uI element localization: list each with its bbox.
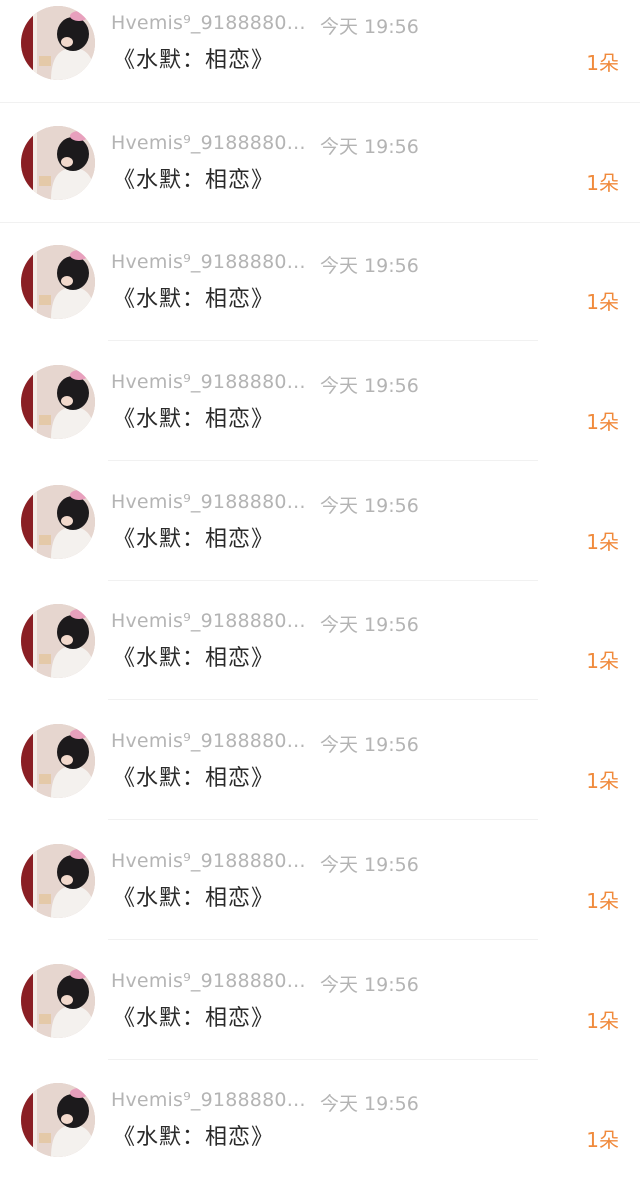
avatar[interactable] (21, 1083, 95, 1158)
message-time: 今天 19:56 (320, 734, 419, 757)
user-avatar-icon (21, 484, 95, 559)
sender-name[interactable]: Hvemis⁹_9188880… (111, 371, 306, 393)
gift-title: 《水默：相恋》 (113, 48, 275, 73)
user-avatar-icon (21, 963, 95, 1038)
row-divider (108, 460, 538, 462)
avatar[interactable] (21, 484, 95, 559)
avatar[interactable] (21, 724, 95, 799)
message-row[interactable]: Hvemis⁹_9188880… 今天 19:56 《水默：相恋》 1朵 (0, 958, 640, 1078)
avatar[interactable] (21, 6, 95, 80)
gift-count: 1朵 (586, 170, 619, 195)
row-divider (108, 1058, 538, 1060)
user-avatar-icon (21, 365, 95, 440)
sender-name[interactable]: Hvemis⁹_9188880… (111, 970, 306, 992)
user-avatar-icon (21, 1083, 95, 1158)
message-row[interactable]: Hvemis⁹_9188880… 今天 19:56 《水默：相恋》 1朵 (0, 1077, 640, 1197)
avatar[interactable] (21, 125, 95, 200)
message-time: 今天 19:56 (320, 255, 419, 278)
message-row[interactable]: Hvemis⁹_9188880… 今天 19:56 《水默：相恋》 1朵 (0, 359, 640, 479)
row-divider (108, 938, 538, 940)
gift-count: 1朵 (586, 888, 619, 913)
gift-title: 《水默：相恋》 (113, 646, 275, 672)
user-avatar-icon (21, 125, 95, 200)
user-avatar-icon (21, 843, 95, 918)
sender-name[interactable]: Hvemis⁹_9188880… (111, 1089, 306, 1111)
avatar[interactable] (21, 245, 95, 320)
message-time: 今天 19:56 (320, 135, 419, 158)
message-row[interactable]: Hvemis⁹_9188880… 今天 19:56 《水默：相恋》 1朵 (0, 598, 640, 718)
row-divider (108, 819, 538, 821)
gift-title: 《水默：相恋》 (113, 885, 275, 911)
gift-title: 《水默：相恋》 (113, 287, 275, 313)
message-row[interactable]: Hvemis⁹_9188880… 今天 19:56 《水默：相恋》 1朵 (0, 120, 640, 240)
gift-count: 1朵 (586, 529, 619, 554)
gift-count: 1朵 (586, 1128, 619, 1153)
gift-title: 《水默：相恋》 (113, 766, 275, 792)
message-time: 今天 19:56 (320, 853, 419, 876)
sender-name[interactable]: Hvemis⁹_9188880… (111, 730, 306, 752)
message-time: 今天 19:56 (320, 614, 419, 637)
row-divider (108, 699, 538, 701)
message-row[interactable]: Hvemis⁹_9188880… 今天 19:56 《水默：相恋》 1朵 (0, 239, 640, 359)
gift-title: 《水默：相恋》 (113, 407, 275, 433)
gift-count: 1朵 (586, 51, 619, 75)
sender-name[interactable]: Hvemis⁹_9188880… (111, 610, 306, 632)
avatar[interactable] (21, 604, 95, 679)
avatar[interactable] (21, 365, 95, 440)
row-divider (108, 579, 538, 581)
gift-count: 1朵 (586, 1008, 619, 1033)
message-row[interactable]: Hvemis⁹_9188880… 今天 19:56 《水默：相恋》 1朵 (0, 0, 640, 120)
gift-title: 《水默：相恋》 (113, 1005, 275, 1031)
sender-name[interactable]: Hvemis⁹_9188880… (111, 132, 306, 154)
gift-message-list: Hvemis⁹_9188880… 今天 19:56 《水默：相恋》 1朵 Hve… (0, 0, 640, 1197)
gift-count: 1朵 (586, 290, 619, 315)
sender-name[interactable]: Hvemis⁹_9188880… (111, 12, 306, 34)
sender-name[interactable]: Hvemis⁹_9188880… (111, 850, 306, 872)
message-row[interactable]: Hvemis⁹_9188880… 今天 19:56 《水默：相恋》 1朵 (0, 718, 640, 838)
row-divider (0, 221, 640, 223)
avatar[interactable] (21, 963, 95, 1038)
avatar[interactable] (21, 843, 95, 918)
message-row[interactable]: Hvemis⁹_9188880… 今天 19:56 《水默：相恋》 1朵 (0, 479, 640, 599)
message-time: 今天 19:56 (320, 973, 419, 996)
message-time: 今天 19:56 (320, 1093, 419, 1116)
user-avatar-icon (21, 724, 95, 799)
gift-count: 1朵 (586, 410, 619, 435)
gift-count: 1朵 (586, 649, 619, 674)
message-row[interactable]: Hvemis⁹_9188880… 今天 19:56 《水默：相恋》 1朵 (0, 838, 640, 958)
message-time: 今天 19:56 (320, 375, 419, 398)
user-avatar-icon (21, 604, 95, 679)
gift-count: 1朵 (586, 769, 619, 794)
message-time: 今天 19:56 (320, 16, 419, 38)
user-avatar-icon (21, 245, 95, 320)
row-divider (0, 102, 640, 103)
sender-name[interactable]: Hvemis⁹_9188880… (111, 491, 306, 513)
row-divider (108, 340, 538, 342)
gift-title: 《水默：相恋》 (113, 167, 275, 193)
message-time: 今天 19:56 (320, 494, 419, 517)
sender-name[interactable]: Hvemis⁹_9188880… (111, 251, 306, 273)
gift-title: 《水默：相恋》 (113, 526, 275, 552)
user-avatar-icon (21, 6, 95, 80)
gift-title: 《水默：相恋》 (113, 1125, 275, 1151)
